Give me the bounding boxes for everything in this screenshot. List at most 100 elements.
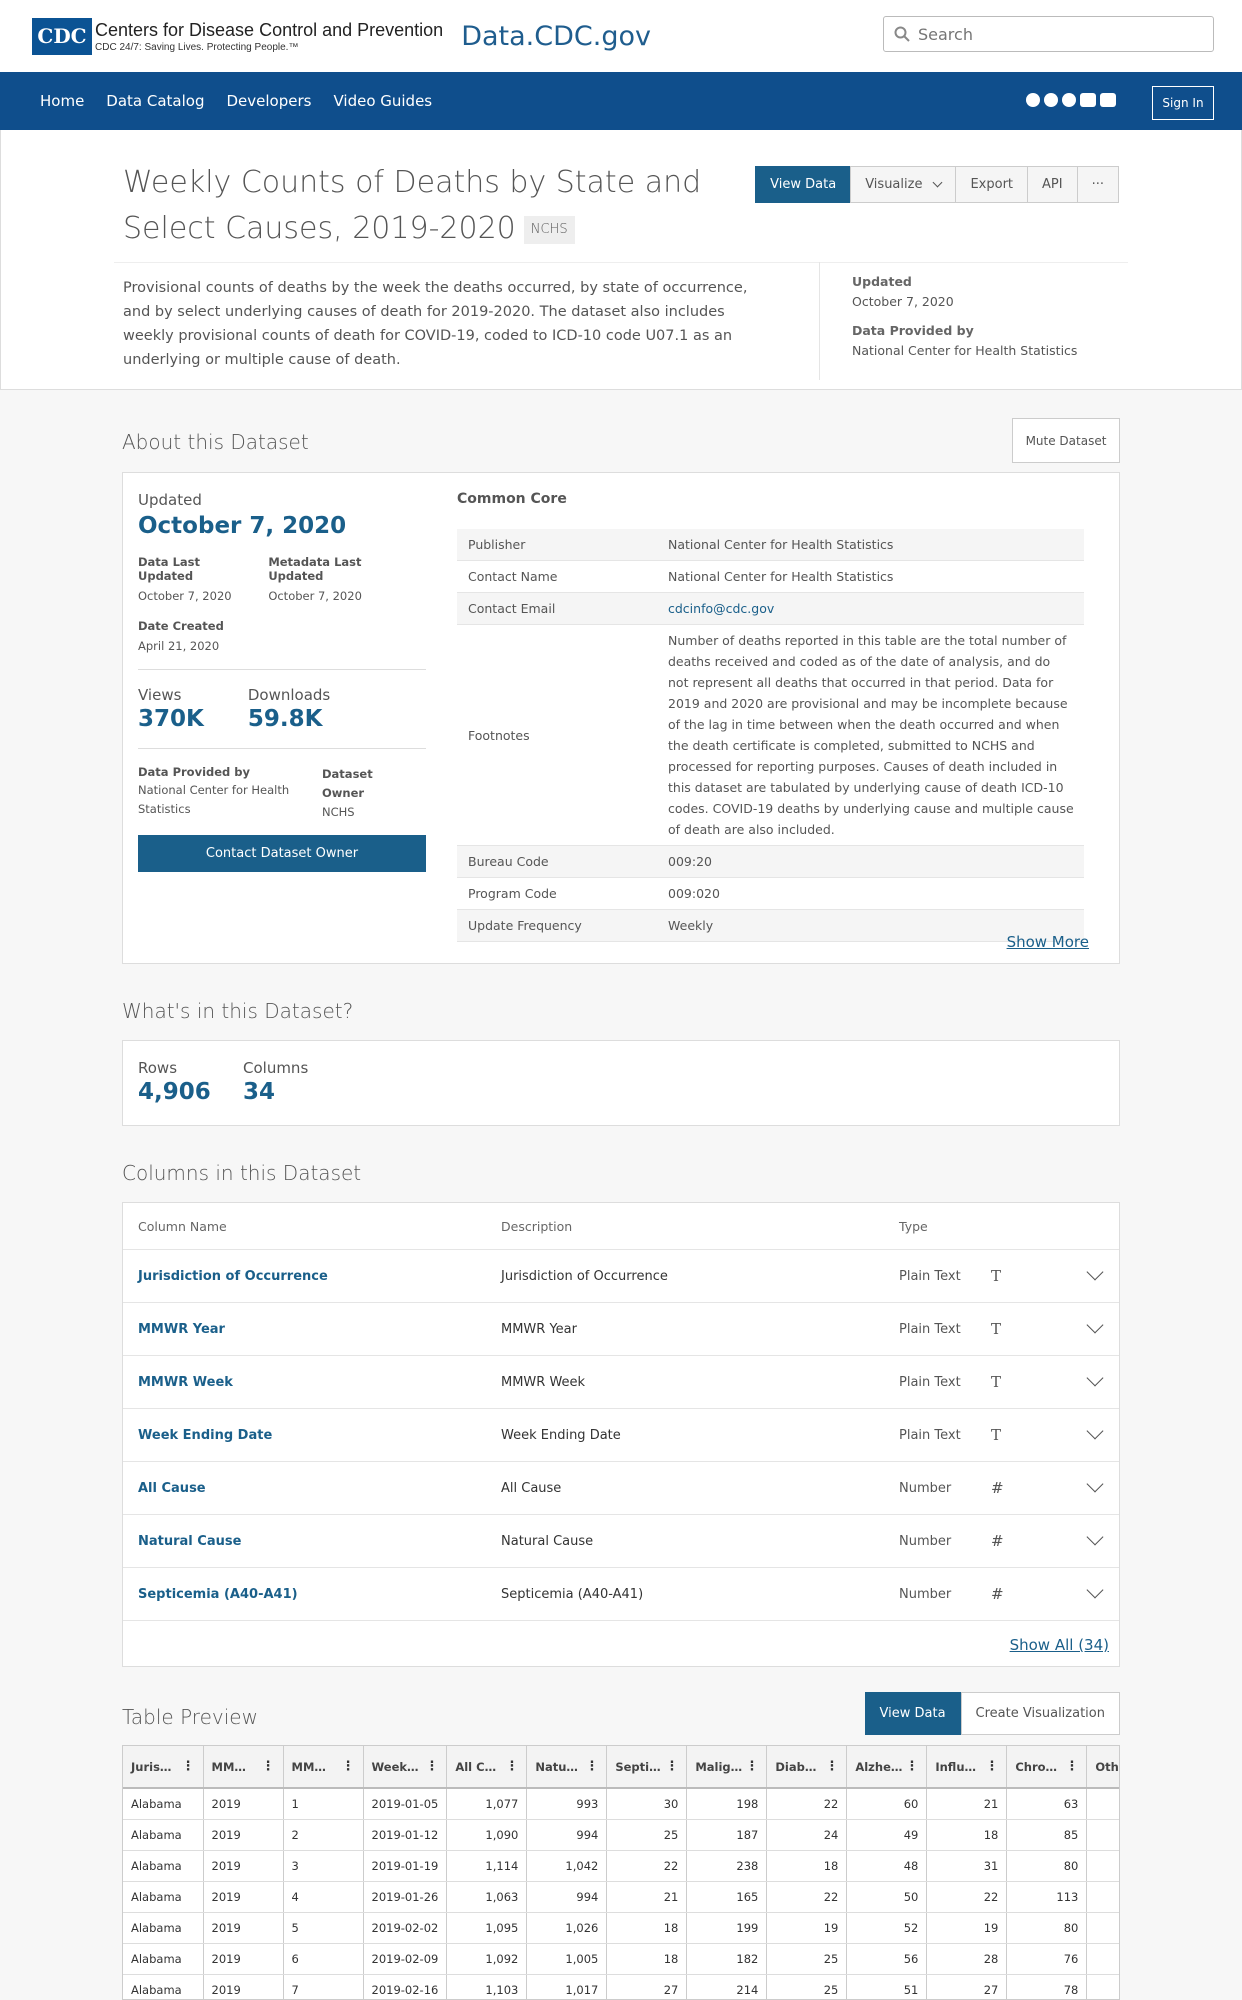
export-button[interactable]: Export [955,166,1029,203]
main-nav: Home Data Catalog Developers Video Guide… [0,72,1242,130]
preview-column-header[interactable]: Septi… ⋮ [606,1746,688,1789]
column-menu-icon[interactable]: ⋮ [665,1759,678,1774]
column-menu-icon[interactable]: ⋮ [182,1759,195,1774]
table-cell: 78 [1006,1974,1088,1999]
column-row[interactable]: MMWR Year MMWR Year Plain Text T [123,1303,1119,1356]
chevron-down-icon[interactable] [1086,1369,1104,1387]
column-name-link[interactable]: All Cause [138,1481,501,1496]
column-row[interactable]: Jurisdiction of Occurrence Jurisdiction o… [123,1250,1119,1303]
nav-video-guides[interactable]: Video Guides [333,92,432,110]
table-cell: 5 [283,1912,364,1944]
more-actions-button[interactable]: ··· [1076,166,1119,203]
column-menu-icon[interactable]: ⋮ [505,1759,518,1774]
table-cell [1086,1819,1119,1851]
preview-column-header[interactable]: Oth [1086,1746,1119,1789]
instagram-icon[interactable] [1100,93,1116,107]
column-type: Number [899,1480,952,1496]
mute-dataset-button[interactable]: Mute Dataset [1012,418,1120,463]
search-box[interactable] [883,16,1214,52]
column-menu-icon[interactable]: ⋮ [985,1759,998,1774]
chevron-down-icon[interactable] [1086,1316,1104,1334]
column-name-link[interactable]: Jurisdiction of Occurrence [138,1269,501,1284]
api-button[interactable]: API [1027,166,1078,203]
table-cell: 18 [766,1850,848,1882]
dataset-description: Provisional counts of deaths by the week… [123,280,748,368]
cdc-logo[interactable]: CDC Centers for Disease Control and Prev… [32,17,443,55]
preview-column-header[interactable]: Malig… ⋮ [686,1746,768,1789]
preview-column-header[interactable]: Chro… ⋮ [1006,1746,1088,1789]
text-type-icon: T [991,1373,1002,1391]
chevron-down-icon[interactable] [1086,1263,1104,1281]
table-cell: 56 [846,1943,928,1975]
preview-column-header[interactable]: Juris… ⋮ [123,1746,204,1789]
column-row[interactable]: MMWR Week MMWR Week Plain Text T [123,1356,1119,1409]
chevron-down-icon[interactable] [1086,1581,1104,1599]
dataset-tag[interactable]: NCHS [523,215,575,244]
preview-column-header[interactable]: Natu… ⋮ [526,1746,608,1789]
preview-grid[interactable]: Juris… ⋮ MM… ⋮ MM… ⋮ Week… ⋮ All C… ⋮ Natu… ⋮ Septi…… [122,1745,1120,2000]
column-description: Jurisdiction of Occurrence [501,1268,668,1284]
preview-header-row: Juris… ⋮ MM… ⋮ MM… ⋮ Week… ⋮ All C… ⋮ Natu… ⋮ Septi…… [123,1746,1119,1789]
field-value: National Center for Health Statistics [668,569,894,584]
table-cell: 1,017 [526,1974,608,1999]
chevron-down-icon[interactable] [1086,1528,1104,1546]
updated-label: Updated [852,274,912,289]
column-row[interactable]: Natural Cause Natural Cause Number # [123,1515,1119,1568]
column-row[interactable]: Week Ending Date Week Ending Date Plain Te… [123,1409,1119,1462]
table-cell: Alabama [123,1912,204,1944]
column-menu-icon[interactable]: ⋮ [1065,1759,1078,1774]
table-cell: 1,042 [526,1850,608,1882]
column-menu-icon[interactable]: ⋮ [905,1759,918,1774]
column-row[interactable]: All Cause All Cause Number # [123,1462,1119,1515]
contact-owner-button[interactable]: Contact Dataset Owner [138,835,426,872]
visualize-button[interactable]: Visualize [850,166,957,203]
column-menu-icon[interactable]: ⋮ [745,1759,758,1774]
chevron-down-icon[interactable] [1086,1422,1104,1440]
chevron-down-icon[interactable] [1086,1475,1104,1493]
preview-column-header[interactable]: MM… ⋮ [283,1746,364,1789]
column-name-link[interactable]: MMWR Year [138,1322,501,1337]
preview-column-header[interactable]: All C… ⋮ [446,1746,528,1789]
column-menu-icon[interactable]: ⋮ [262,1759,275,1774]
nav-data-catalog[interactable]: Data Catalog [106,92,204,110]
show-more-link[interactable]: Show More [1007,933,1089,951]
field-key: Publisher [468,537,526,552]
column-name-link[interactable]: MMWR Week [138,1375,501,1390]
table-cell [1086,1912,1119,1944]
column-name-link[interactable]: Septicemia (A40-A41) [138,1587,501,1602]
field-value: Number of deaths reported in this table … [668,633,1074,837]
facebook-icon[interactable] [1026,93,1040,107]
preview-column-header[interactable]: MM… ⋮ [203,1746,284,1789]
nav-developers[interactable]: Developers [227,92,312,110]
contact-email-link[interactable]: cdcinfo@cdc.gov [668,593,1084,624]
column-menu-icon[interactable]: ⋮ [585,1759,598,1774]
column-row[interactable]: Septicemia (A40-A41) Septicemia (A40-A41)… [123,1568,1119,1621]
search-input[interactable] [918,24,1198,44]
column-menu-icon[interactable]: ⋮ [425,1759,438,1774]
preview-column-header[interactable]: Week… ⋮ [363,1746,448,1789]
site-name-link[interactable]: Data.CDC.gov [461,21,651,52]
divider [114,262,1128,263]
table-cell: 22 [766,1881,848,1913]
preview-column-header[interactable]: Diab… ⋮ [766,1746,848,1789]
youtube-icon[interactable] [1080,93,1096,107]
github-icon[interactable] [1044,93,1058,107]
table-cell: 1,063 [446,1881,528,1913]
preview-view-data-button[interactable]: View Data [864,1692,961,1735]
columns-header: Column Name Description Type [123,1203,1119,1250]
show-all-columns-link[interactable]: Show All (34) [1010,1636,1109,1654]
column-menu-icon[interactable]: ⋮ [825,1759,838,1774]
column-name-link[interactable]: Week Ending Date [138,1428,501,1443]
twitter-icon[interactable] [1062,93,1076,107]
column-menu-icon[interactable]: ⋮ [342,1759,355,1774]
sign-in-button[interactable]: Sign In [1152,86,1214,120]
column-type: Plain Text [899,1374,961,1390]
views-value: 370K [138,706,204,732]
create-visualization-button[interactable]: Create Visualization [960,1692,1120,1735]
common-core-row: Contact Name National Center for Health S… [457,561,1084,593]
column-name-link[interactable]: Natural Cause [138,1534,501,1549]
preview-column-header[interactable]: Alzhe… ⋮ [846,1746,928,1789]
nav-home[interactable]: Home [40,92,84,110]
view-data-button[interactable]: View Data [755,166,852,203]
preview-column-header[interactable]: Influ… ⋮ [926,1746,1008,1789]
